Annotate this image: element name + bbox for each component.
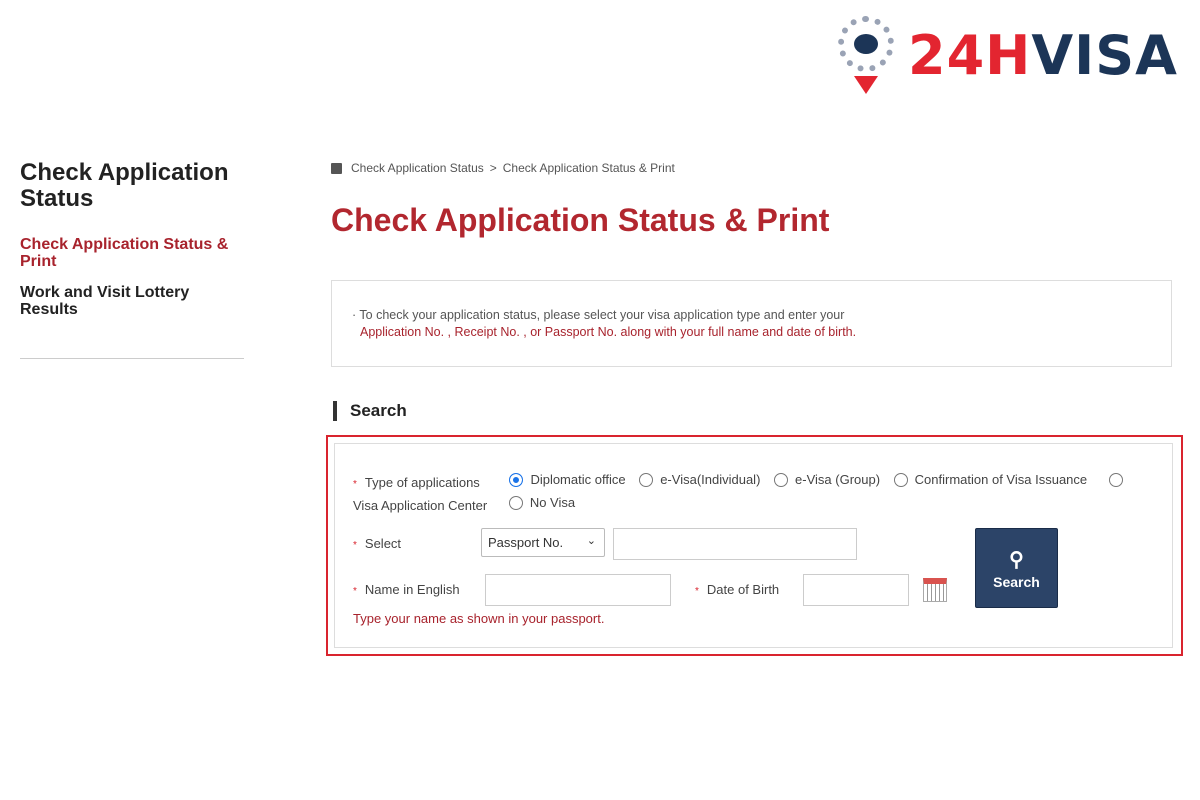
select-label: Select <box>364 536 402 551</box>
chevron-down-icon: ⌄ <box>586 535 596 547</box>
search-form-highlight: * Type of applications Diplomatic office … <box>326 435 1183 656</box>
radio-visa-application-center[interactable] <box>1108 473 1130 487</box>
search-icon: ⚲ <box>1009 549 1024 571</box>
radio-evisa-group[interactable]: e-Visa (Group) <box>774 471 880 489</box>
logo: 24HVISA <box>836 14 1178 96</box>
radio-evisa-individual[interactable]: e-Visa(Individual) <box>639 471 760 489</box>
sidebar: Check Application Status Check Applicati… <box>20 160 244 359</box>
calendar-icon[interactable] <box>923 578 947 602</box>
sidebar-item-lottery-results[interactable]: Work and Visit Lottery Results <box>20 284 244 318</box>
name-input[interactable] <box>485 574 671 606</box>
id-type-select[interactable]: Passport No. ⌄ <box>481 528 605 557</box>
sidebar-item-check-status[interactable]: Check Application Status & Print <box>20 236 244 270</box>
radio-diplomatic-office[interactable]: Diplomatic office <box>509 471 626 489</box>
search-button[interactable]: ⚲ Search <box>975 528 1058 608</box>
breadcrumb-item[interactable]: Check Application Status <box>351 161 484 175</box>
page-title: Check Application Status & Print <box>331 202 830 238</box>
globe-pin-icon <box>836 14 896 96</box>
breadcrumb-item[interactable]: Check Application Status & Print <box>503 161 675 175</box>
radio-confirmation-visa-issuance[interactable]: Confirmation of Visa Issuance <box>893 471 1087 489</box>
breadcrumb: Check Application Status > Check Applica… <box>331 161 675 175</box>
name-label: Name in English <box>364 582 460 597</box>
name-hint: Type your name as shown in your passport… <box>353 611 605 626</box>
notice-box: · To check your application status, plea… <box>331 280 1172 367</box>
sidebar-title: Check Application Status <box>20 159 229 212</box>
section-title: Search <box>333 401 407 421</box>
search-form: * Type of applications Diplomatic office … <box>334 443 1173 648</box>
home-icon[interactable] <box>331 162 342 174</box>
id-number-input[interactable] <box>613 528 857 560</box>
radio-no-visa[interactable]: No Visa <box>508 494 575 512</box>
type-label: Type of applications <box>364 475 480 490</box>
dob-input[interactable] <box>803 574 909 606</box>
dob-label: Date of Birth <box>706 582 780 597</box>
